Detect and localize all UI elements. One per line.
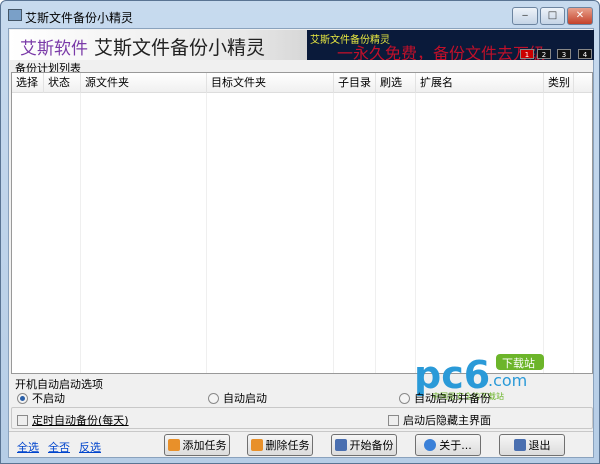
maximize-button[interactable]: □ — [540, 7, 565, 25]
app-icon — [8, 9, 22, 21]
ad-page-4[interactable]: 4 — [578, 49, 592, 59]
close-button[interactable]: ✕ — [567, 7, 593, 25]
table-header: 选择 状态 源文件夹 目标文件夹 子目录 刷选 扩展名 类别 — [12, 73, 592, 93]
exit-icon — [513, 439, 526, 451]
app-window: 艾斯文件备份小精灵 ‒ □ ✕ 艾斯软件 艾斯文件备份小精灵 一永久免费，备份文… — [0, 0, 600, 464]
checkbox-icon — [17, 414, 28, 426]
svg-text:下载站: 下载站 — [502, 356, 535, 370]
hide-ui-checkbox[interactable]: 启动后隐藏主界面 — [388, 412, 491, 428]
app-name-text: 艾斯文件备份小精灵 — [94, 37, 266, 59]
ad-page-2[interactable]: 2 — [537, 49, 551, 59]
ad-page-3[interactable]: 3 — [557, 49, 571, 59]
exit-button[interactable]: 退出 — [499, 434, 565, 456]
invert-selection-link[interactable]: 反选 — [79, 439, 101, 455]
col-source[interactable]: 源文件夹 — [81, 73, 207, 93]
ad-line1: 艾斯文件备份精灵 — [310, 35, 390, 46]
col-select[interactable]: 选择 — [12, 73, 44, 93]
backup-icon — [334, 439, 347, 451]
radio-auto-start[interactable]: 自动启动 — [208, 390, 267, 406]
radio-auto-start-backup[interactable]: 自动启动并备份 — [399, 390, 491, 406]
col-extension[interactable]: 扩展名 — [416, 73, 544, 93]
ad-page-1[interactable]: 1 — [520, 49, 534, 59]
about-button[interactable]: 关于... — [415, 434, 481, 456]
col-filter[interactable]: 刷选 — [376, 73, 416, 93]
brand-text: 艾斯软件 — [20, 39, 88, 59]
checkbox-icon — [388, 414, 399, 426]
radio-icon — [399, 392, 410, 404]
col-subdir[interactable]: 子目录 — [334, 73, 376, 93]
radio-icon — [208, 392, 219, 404]
ad-banner[interactable]: 一永久免费，备份文件去万级 艾斯文件备份精灵 1 2 3 4 — [307, 30, 594, 60]
start-backup-button[interactable]: 开始备份 — [331, 434, 397, 456]
col-status[interactable]: 状态 — [44, 73, 81, 93]
minimize-button[interactable]: ‒ — [512, 7, 538, 25]
delete-task-button[interactable]: 删除任务 — [247, 434, 313, 456]
delete-task-icon — [250, 439, 263, 451]
client-area: 艾斯软件 艾斯文件备份小精灵 一永久免费，备份文件去万级 艾斯文件备份精灵 1 … — [8, 28, 594, 458]
timed-backup-checkbox[interactable]: 定时自动备份(每天) — [17, 412, 129, 428]
add-task-button[interactable]: 添加任务 — [164, 434, 230, 456]
help-icon — [424, 439, 437, 451]
banner: 艾斯软件 艾斯文件备份小精灵 一永久免费，备份文件去万级 艾斯文件备份精灵 1 … — [10, 30, 594, 60]
select-all-link[interactable]: 全选 — [17, 439, 39, 455]
col-target[interactable]: 目标文件夹 — [207, 73, 334, 93]
svg-text:.com: .com — [488, 371, 527, 390]
select-none-link[interactable]: 全否 — [48, 439, 70, 455]
col-category[interactable]: 类别 — [544, 73, 574, 93]
window-title: 艾斯文件备份小精灵 — [25, 11, 134, 25]
backup-plan-table[interactable]: 选择 状态 源文件夹 目标文件夹 子目录 刷选 扩展名 类别 pc6 下载站 .… — [11, 72, 593, 400]
radio-no-start[interactable]: 不启动 — [17, 390, 65, 406]
add-task-icon — [167, 439, 180, 451]
radio-icon — [17, 392, 28, 404]
